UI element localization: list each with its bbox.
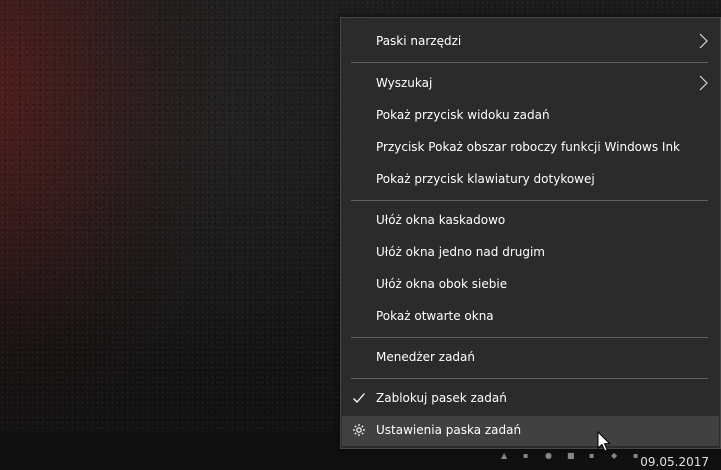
menu-item-task-manager[interactable]: Menedżer zadań: [342, 343, 719, 373]
taskbar-date[interactable]: 09.05.2017: [640, 455, 709, 469]
menu-item-label: Zablokuj pasek zadań: [376, 391, 507, 405]
checkmark-icon: [353, 393, 365, 403]
tray-app-icon[interactable]: ▪: [589, 452, 599, 460]
menu-item-label: Pokaż przycisk klawiatury dotykowej: [376, 172, 595, 186]
menu-item-toolbars[interactable]: Paski narzędzi: [342, 27, 719, 57]
menu-item-side-by-side-windows[interactable]: Ułóż okna obok siebie: [342, 270, 719, 300]
menu-item-label: Przycisk Pokaż obszar roboczy funkcji Wi…: [376, 140, 680, 154]
menu-item-show-task-view-button[interactable]: Pokaż przycisk widoku zadań: [342, 101, 719, 131]
menu-item-windows-ink-workspace-button[interactable]: Przycisk Pokaż obszar roboczy funkcji Wi…: [342, 133, 719, 163]
taskbar-context-menu: Paski narzędzi Wyszukaj Pokaż przycisk w…: [340, 17, 721, 449]
menu-item-label: Ułóż okna obok siebie: [376, 277, 508, 291]
tray-up-arrow-icon[interactable]: ▲: [501, 452, 511, 460]
menu-separator: [351, 378, 708, 379]
menu-separator: [351, 200, 708, 201]
tray-app-icon[interactable]: ■: [567, 452, 577, 460]
menu-item-search[interactable]: Wyszukaj: [342, 69, 719, 99]
menu-item-label: Ułóż okna kaskadowo: [376, 213, 506, 227]
tray-app-icon[interactable]: ◆: [611, 452, 621, 460]
menu-item-cascade-windows[interactable]: Ułóż okna kaskadowo: [342, 206, 719, 236]
menu-item-lock-taskbar[interactable]: Zablokuj pasek zadań: [342, 384, 719, 414]
menu-item-label: Pokaż przycisk widoku zadań: [376, 108, 550, 122]
menu-item-show-desktop-windows[interactable]: Pokaż otwarte okna: [342, 302, 719, 332]
menu-item-taskbar-settings[interactable]: Ustawienia paska zadań: [342, 416, 719, 446]
tray-app-icon[interactable]: ●: [545, 452, 555, 460]
menu-separator: [351, 62, 708, 63]
menu-item-label: Wyszukaj: [376, 76, 433, 90]
gear-icon: [353, 424, 365, 436]
chevron-right-icon: [699, 33, 708, 49]
mouse-cursor-icon: [597, 431, 611, 452]
tray-network-icon[interactable]: ▪: [523, 452, 533, 460]
menu-item-label: Paski narzędzi: [376, 34, 462, 48]
chevron-right-icon: [699, 75, 708, 91]
menu-item-stack-windows[interactable]: Ułóż okna jedno nad drugim: [342, 238, 719, 268]
menu-separator: [351, 337, 708, 338]
menu-item-label: Menedżer zadań: [376, 350, 475, 364]
menu-item-touch-keyboard-button[interactable]: Pokaż przycisk klawiatury dotykowej: [342, 165, 719, 195]
menu-item-label: Pokaż otwarte okna: [376, 309, 494, 323]
menu-item-label: Ułóż okna jedno nad drugim: [376, 245, 545, 259]
menu-item-label: Ustawienia paska zadań: [376, 423, 522, 437]
